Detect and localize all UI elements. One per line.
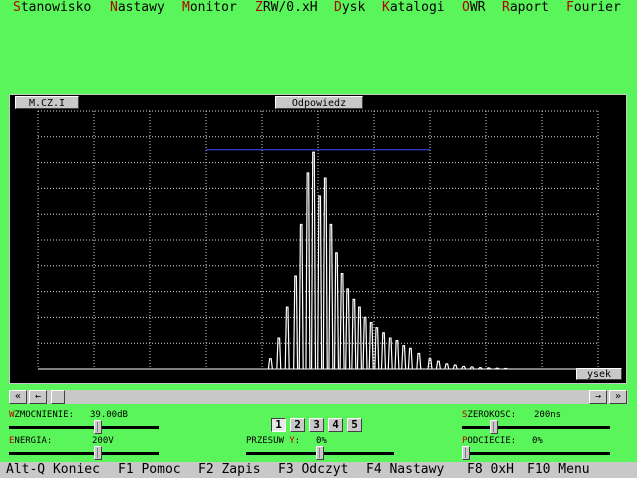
menu-item[interactable]: Fourier bbox=[566, 0, 621, 16]
shift-slider-knob[interactable] bbox=[316, 446, 324, 460]
function-key[interactable]: F10 Menu bbox=[527, 462, 590, 478]
response-chart bbox=[37, 110, 599, 370]
menu-item[interactable]: ZRW/0.xH bbox=[255, 0, 318, 16]
energy-slider-knob[interactable] bbox=[94, 446, 103, 460]
energy-label: ENERGIA: bbox=[9, 436, 53, 446]
trace-group bbox=[38, 151, 598, 370]
scroll-left-fast-button[interactable]: « bbox=[9, 390, 27, 404]
trace-peak bbox=[322, 177, 328, 370]
trace-peak bbox=[310, 151, 317, 370]
scroll-right-button[interactable]: → bbox=[589, 390, 607, 404]
horizontal-scrollbar[interactable]: « ← → » bbox=[9, 390, 628, 404]
trace-peak bbox=[267, 358, 273, 370]
scroll-right-fast-button[interactable]: » bbox=[609, 390, 627, 404]
width-value: 200ns bbox=[534, 410, 562, 420]
channel-button-4[interactable]: 4 bbox=[328, 418, 343, 432]
function-key[interactable]: F3 Odczyt bbox=[278, 462, 348, 478]
trace-peak bbox=[298, 223, 304, 370]
function-key[interactable]: F8 0xH bbox=[467, 462, 514, 478]
shift-label: PRZESUW Y: bbox=[246, 436, 301, 446]
trace-peak bbox=[356, 306, 362, 370]
scope-panel: M.CZ.I Odpowiedz ysek bbox=[9, 94, 627, 384]
channel-button-2[interactable]: 2 bbox=[290, 418, 305, 432]
menu-item[interactable]: Stanowisko bbox=[13, 0, 91, 16]
trace-peak bbox=[333, 252, 340, 370]
gain-slider-knob[interactable] bbox=[94, 420, 103, 434]
cut-slider-track[interactable] bbox=[462, 452, 610, 455]
function-key[interactable]: F4 Nastawy bbox=[366, 462, 444, 478]
trace-peak bbox=[380, 332, 387, 370]
gain-label: WZMOCNIENIE: bbox=[9, 410, 75, 420]
trace-peak bbox=[435, 360, 441, 370]
menu-bar: Stanowisko Nastawy Monitor ZRW/0.xH Dysk Kata… bbox=[0, 0, 637, 16]
trace-peak bbox=[345, 288, 351, 370]
trace-peak bbox=[351, 298, 357, 370]
menu-item[interactable]: Monitor bbox=[182, 0, 237, 16]
scroll-left-button[interactable]: ← bbox=[29, 390, 47, 404]
trace-peak bbox=[374, 327, 380, 370]
cut-label: PODCIECIE: bbox=[462, 436, 517, 446]
trace-peak bbox=[276, 337, 282, 370]
trace-peak bbox=[452, 364, 458, 370]
function-key[interactable]: F1 Pomoc bbox=[118, 462, 181, 478]
trace-peak bbox=[339, 272, 345, 370]
menu-item[interactable]: Raport bbox=[502, 0, 549, 16]
function-key[interactable]: F2 Zapis bbox=[198, 462, 261, 478]
trace-peak bbox=[328, 223, 334, 370]
channel-button-3[interactable]: 3 bbox=[309, 418, 324, 432]
trace-peak bbox=[368, 321, 374, 370]
trace-peak bbox=[387, 337, 393, 370]
gain-slider-track[interactable] bbox=[9, 426, 159, 429]
cut-slider-knob[interactable] bbox=[462, 446, 470, 460]
scroll-thumb[interactable] bbox=[51, 390, 65, 404]
trace-peak bbox=[284, 306, 290, 370]
menu-item[interactable]: OWR bbox=[462, 0, 485, 16]
menu-item[interactable]: Dysk bbox=[334, 0, 365, 16]
channel-button-5[interactable]: 5 bbox=[347, 418, 362, 432]
corner-button[interactable]: ysek bbox=[576, 368, 622, 380]
trace-peak bbox=[503, 367, 508, 370]
channel-button-1[interactable]: 1 bbox=[271, 418, 286, 432]
trace-peak bbox=[407, 347, 413, 370]
trace-peak bbox=[416, 352, 422, 370]
trace-peak bbox=[293, 275, 299, 370]
trace-peak bbox=[305, 172, 311, 370]
status-bar: Alt-Q Koniec F1 Pomoc F2 Zapis F3 Odczyt F4 … bbox=[0, 462, 637, 478]
menu-item[interactable]: Katalogi bbox=[382, 0, 445, 16]
width-slider-track[interactable] bbox=[462, 426, 610, 429]
trace-peak bbox=[444, 363, 450, 370]
energy-slider-track[interactable] bbox=[9, 452, 159, 455]
trace-peak bbox=[394, 340, 400, 370]
menu-item[interactable]: Nastawy bbox=[110, 0, 165, 16]
trace-peak bbox=[401, 345, 407, 370]
trace-peak bbox=[317, 195, 323, 370]
function-key[interactable]: Alt-Q Koniec bbox=[6, 462, 100, 478]
cut-value: 0% bbox=[532, 436, 543, 446]
width-slider-knob[interactable] bbox=[490, 420, 498, 434]
